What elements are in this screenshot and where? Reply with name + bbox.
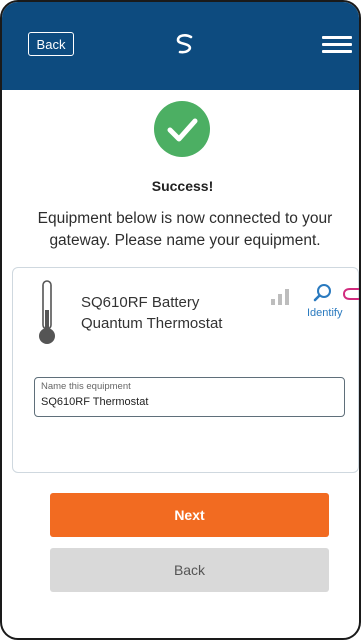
back-button[interactable]: Back xyxy=(50,548,329,592)
thermometer-icon xyxy=(39,280,55,344)
success-message: Equipment below is now connected to your… xyxy=(37,210,333,249)
next-button[interactable]: Next xyxy=(50,493,329,537)
success-title: Success! xyxy=(151,178,214,194)
app-header: Back xyxy=(2,2,359,90)
signal-strength-icon xyxy=(271,289,289,305)
hamburger-menu-icon[interactable] xyxy=(322,36,352,56)
equipment-name-label: Name this equipment xyxy=(41,381,131,392)
equipment-name-field[interactable]: Name this equipment xyxy=(34,377,345,417)
checkmark-circle-icon xyxy=(154,101,210,157)
equipment-name-input[interactable] xyxy=(41,395,338,409)
pointer-link-icon xyxy=(342,288,359,300)
app-frame: Back Success! Equipment below is now con… xyxy=(0,0,361,640)
header-back-button[interactable]: Back xyxy=(28,32,74,56)
device-name: SQ610RF Battery Quantum Thermostat xyxy=(81,294,223,332)
identify-button[interactable]: Identify xyxy=(307,307,342,319)
brand-swirl-icon xyxy=(176,34,193,54)
